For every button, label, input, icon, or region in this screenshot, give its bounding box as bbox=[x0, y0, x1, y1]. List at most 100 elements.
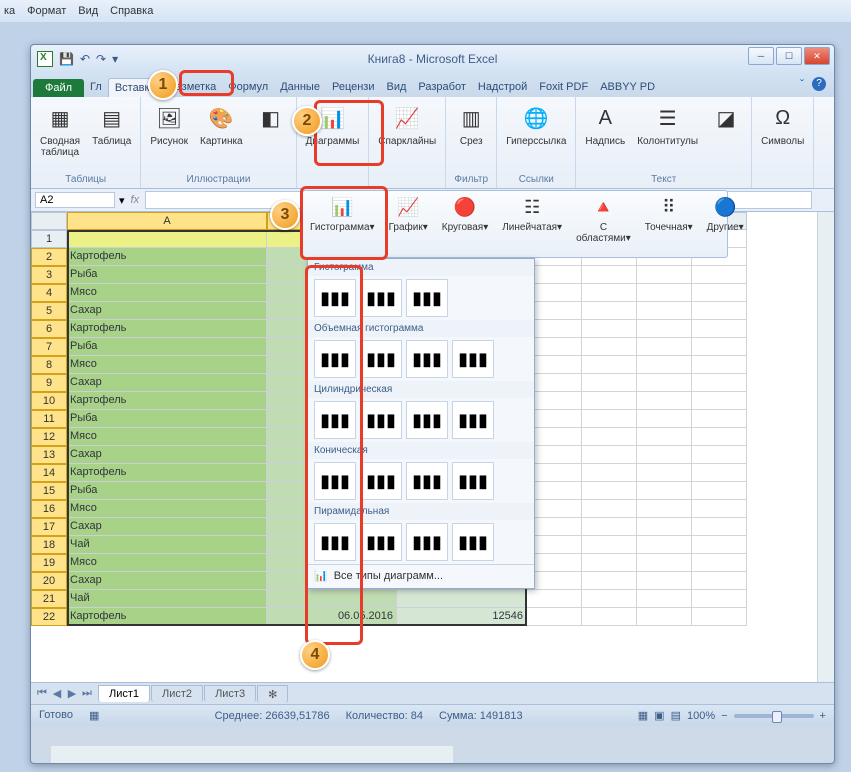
view-pagebreak-icon[interactable]: ▤ bbox=[671, 709, 681, 722]
cell[interactable]: Сахар bbox=[67, 518, 267, 536]
cell[interactable] bbox=[692, 572, 747, 590]
cell[interactable] bbox=[692, 374, 747, 392]
chart-type-button[interactable]: 🔵Другие▾ bbox=[700, 191, 751, 257]
gallery-item[interactable]: ▮▮▮ bbox=[360, 462, 402, 500]
row-header[interactable]: 21 bbox=[31, 590, 67, 608]
cell[interactable] bbox=[637, 374, 692, 392]
cell[interactable] bbox=[692, 554, 747, 572]
cell[interactable] bbox=[527, 266, 582, 284]
cell[interactable]: Рыба bbox=[67, 338, 267, 356]
row-header[interactable]: 8 bbox=[31, 356, 67, 374]
cell[interactable] bbox=[582, 536, 637, 554]
cell[interactable] bbox=[582, 500, 637, 518]
cell[interactable] bbox=[582, 428, 637, 446]
cell[interactable] bbox=[527, 464, 582, 482]
ribbon-button[interactable]: ▤Таблица bbox=[87, 99, 136, 150]
row-header[interactable]: 13 bbox=[31, 446, 67, 464]
cell[interactable]: Картофель bbox=[67, 320, 267, 338]
cell[interactable] bbox=[637, 518, 692, 536]
ribbon-button[interactable]: ◧ bbox=[250, 99, 292, 139]
row-header[interactable]: 6 bbox=[31, 320, 67, 338]
row-header[interactable]: 10 bbox=[31, 392, 67, 410]
chart-type-button[interactable]: 🔴Круговая▾ bbox=[435, 191, 495, 257]
gallery-item[interactable]: ▮▮▮ bbox=[406, 340, 448, 378]
cell[interactable] bbox=[692, 338, 747, 356]
cell[interactable] bbox=[527, 428, 582, 446]
gallery-item[interactable]: ▮▮▮ bbox=[452, 523, 494, 561]
cell[interactable] bbox=[637, 284, 692, 302]
gallery-item[interactable]: ▮▮▮ bbox=[406, 462, 448, 500]
cell[interactable] bbox=[527, 302, 582, 320]
cell[interactable] bbox=[527, 446, 582, 464]
gallery-item[interactable]: ▮▮▮ bbox=[314, 279, 356, 317]
view-layout-icon[interactable]: ▣ bbox=[654, 709, 664, 722]
cell[interactable] bbox=[637, 590, 692, 608]
cell[interactable] bbox=[692, 266, 747, 284]
cell[interactable] bbox=[527, 284, 582, 302]
sheet-tab[interactable]: Лист2 bbox=[151, 685, 203, 702]
cell[interactable] bbox=[527, 572, 582, 590]
cell[interactable] bbox=[527, 320, 582, 338]
sheet-nav-last-icon[interactable]: ⏭ bbox=[80, 687, 94, 700]
cell[interactable] bbox=[582, 518, 637, 536]
cell[interactable] bbox=[582, 302, 637, 320]
cell[interactable]: Рыба bbox=[67, 410, 267, 428]
minimize-ribbon-icon[interactable]: ˇ bbox=[800, 77, 804, 91]
sheet-tab-active[interactable]: Лист1 bbox=[98, 685, 150, 702]
row-header[interactable]: 7 bbox=[31, 338, 67, 356]
cell[interactable]: Мясо bbox=[67, 554, 267, 572]
cell[interactable] bbox=[67, 230, 267, 248]
zoom-out-icon[interactable]: − bbox=[721, 710, 727, 722]
cell[interactable]: Сахар bbox=[67, 446, 267, 464]
ribbon-button[interactable]: ▦Своднаятаблица bbox=[35, 99, 85, 161]
ribbon-button[interactable]: ΩСимволы bbox=[756, 99, 809, 150]
gallery-item[interactable]: ▮▮▮ bbox=[314, 523, 356, 561]
file-tab[interactable]: Файл bbox=[33, 79, 84, 97]
gallery-item[interactable]: ▮▮▮ bbox=[314, 401, 356, 439]
cell[interactable] bbox=[692, 500, 747, 518]
close-button[interactable]: ✕ bbox=[804, 47, 830, 65]
sheet-nav-prev-icon[interactable]: ◀ bbox=[50, 687, 64, 700]
gallery-item[interactable]: ▮▮▮ bbox=[406, 279, 448, 317]
horizontal-scrollbar[interactable] bbox=[51, 746, 453, 763]
cell[interactable]: Картофель bbox=[67, 248, 267, 266]
sheet-tab-new[interactable]: ✻ bbox=[257, 685, 288, 703]
cell[interactable] bbox=[692, 464, 747, 482]
cell[interactable] bbox=[692, 590, 747, 608]
gallery-item[interactable]: ▮▮▮ bbox=[360, 523, 402, 561]
cell[interactable] bbox=[637, 410, 692, 428]
cell[interactable] bbox=[692, 482, 747, 500]
cell[interactable]: Чай bbox=[67, 536, 267, 554]
cell[interactable] bbox=[527, 482, 582, 500]
row-header[interactable]: 17 bbox=[31, 518, 67, 536]
qat-dropdown-icon[interactable]: ▾ bbox=[112, 52, 118, 66]
minimize-button[interactable]: ─ bbox=[748, 47, 774, 65]
cell[interactable]: Мясо bbox=[67, 500, 267, 518]
sheet-nav-first-icon[interactable]: ⏮ bbox=[35, 687, 49, 700]
ribbon-button[interactable]: ☰Колонтитулы bbox=[632, 99, 703, 150]
cell[interactable] bbox=[582, 464, 637, 482]
ribbon-tab[interactable]: Foxit PDF bbox=[533, 78, 594, 97]
sheet-tab[interactable]: Лист3 bbox=[204, 685, 256, 702]
ribbon-tab[interactable]: Формул bbox=[222, 78, 274, 97]
cell[interactable] bbox=[692, 518, 747, 536]
row-header[interactable]: 16 bbox=[31, 500, 67, 518]
cell[interactable] bbox=[692, 608, 747, 626]
ribbon-button[interactable]: ◪ bbox=[705, 99, 747, 139]
cell[interactable]: 12546 bbox=[397, 608, 527, 626]
row-header[interactable]: 4 bbox=[31, 284, 67, 302]
cell[interactable] bbox=[527, 374, 582, 392]
ribbon-tab[interactable]: Данные bbox=[274, 78, 326, 97]
cell[interactable] bbox=[637, 482, 692, 500]
cell[interactable]: Сахар bbox=[67, 302, 267, 320]
cell[interactable] bbox=[692, 428, 747, 446]
cell[interactable] bbox=[582, 554, 637, 572]
cell[interactable] bbox=[582, 320, 637, 338]
cell[interactable] bbox=[582, 266, 637, 284]
vertical-scrollbar[interactable] bbox=[817, 212, 834, 682]
ribbon-tab[interactable]: Рецензи bbox=[326, 78, 381, 97]
cell[interactable]: Сахар bbox=[67, 374, 267, 392]
all-chart-types-button[interactable]: 📊Все типы диаграмм... bbox=[308, 564, 534, 586]
gallery-item[interactable]: ▮▮▮ bbox=[360, 340, 402, 378]
cell[interactable] bbox=[582, 392, 637, 410]
